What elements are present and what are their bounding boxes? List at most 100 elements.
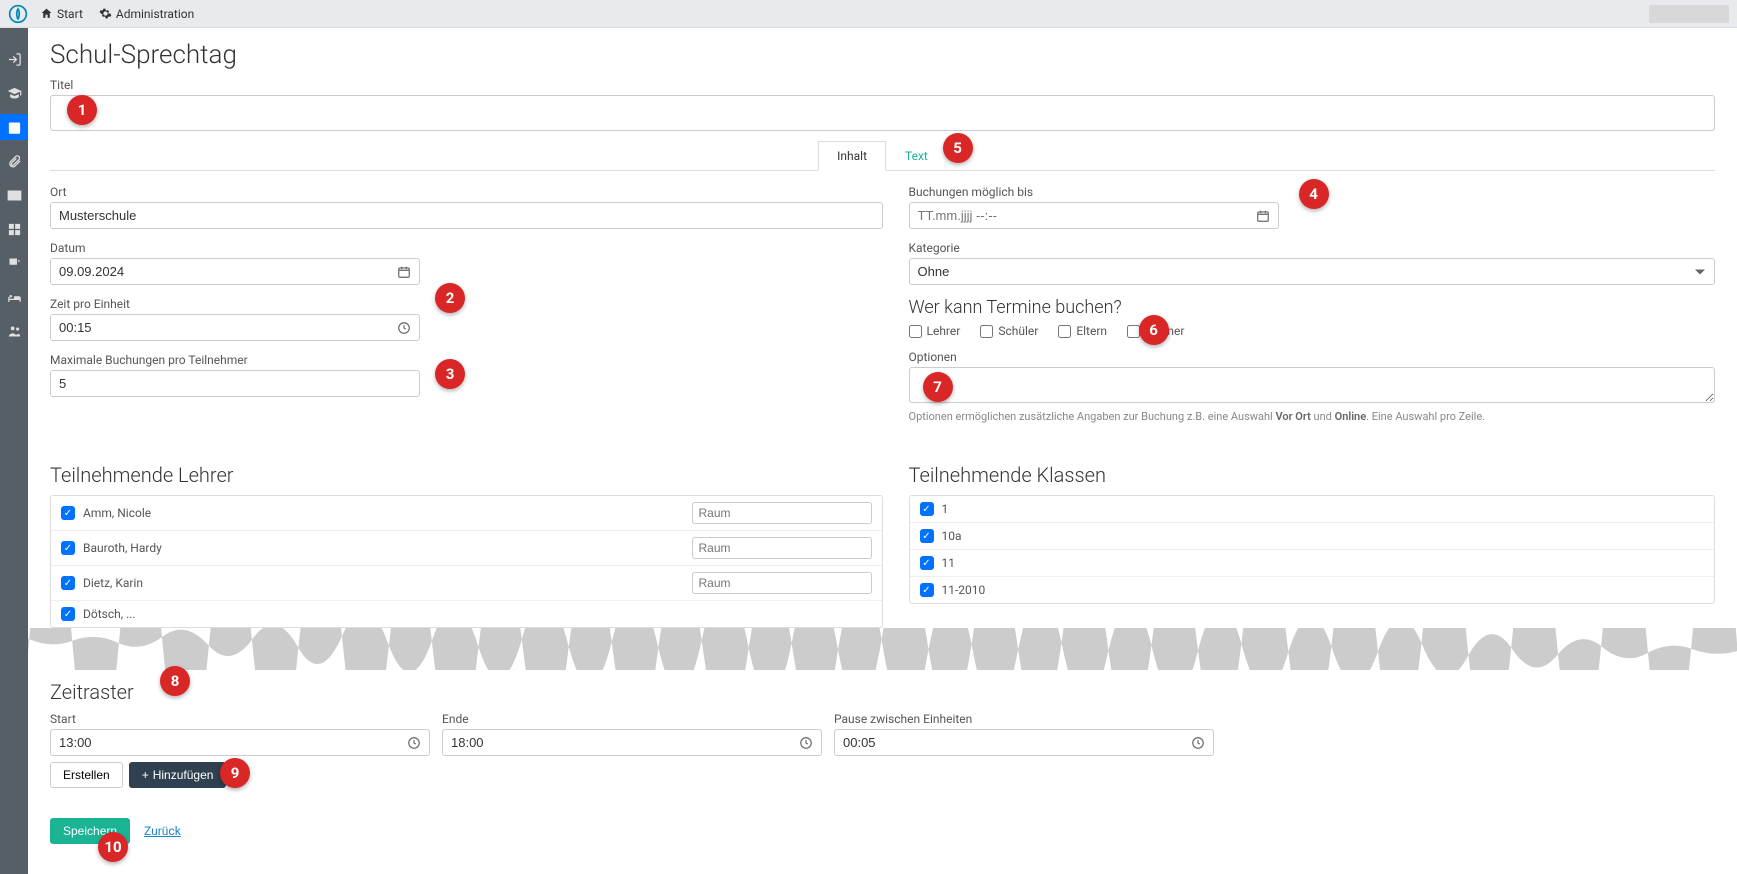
erstellen-button[interactable]: Erstellen bbox=[50, 762, 123, 788]
ende-label: Ende bbox=[442, 712, 822, 726]
list-item[interactable]: ✓ Dötsch, ... bbox=[51, 601, 882, 627]
pause-label: Pause zwischen Einheiten bbox=[834, 712, 1214, 726]
tab-inhalt[interactable]: Inhalt bbox=[818, 141, 886, 171]
list-item[interactable]: ✓ Bauroth, Hardy bbox=[51, 531, 882, 566]
user-placeholder bbox=[1649, 5, 1729, 23]
optionen-help: Optionen ermöglichen zusätzliche Angaben… bbox=[909, 410, 1716, 423]
list-item[interactable]: ✓ 11-2010 bbox=[910, 577, 1715, 603]
raum-input[interactable] bbox=[692, 537, 872, 559]
checkbox-partner[interactable]: Partner bbox=[1127, 324, 1184, 338]
sidebar-bed-icon[interactable] bbox=[0, 284, 28, 310]
sidebar-attachment-icon[interactable] bbox=[0, 148, 28, 174]
clock-icon[interactable] bbox=[1183, 736, 1213, 750]
app-logo-icon bbox=[8, 4, 28, 24]
datum-input[interactable] bbox=[51, 259, 389, 284]
ende-input[interactable] bbox=[443, 730, 791, 755]
tab-nav: Inhalt Text 5 bbox=[50, 141, 1715, 171]
buchungen-bis-input[interactable] bbox=[910, 203, 1248, 228]
sidebar-grid-icon[interactable] bbox=[0, 216, 28, 242]
start-label: Start bbox=[50, 712, 430, 726]
list-item-label: 11 bbox=[942, 556, 1705, 570]
zeit-pro-einheit-label: Zeit pro Einheit bbox=[50, 297, 420, 311]
annotation-2: 2 bbox=[435, 283, 465, 313]
checkbox-icon[interactable]: ✓ bbox=[920, 502, 934, 516]
sidebar-logout-icon[interactable] bbox=[0, 46, 28, 72]
clock-icon[interactable] bbox=[791, 736, 821, 750]
pause-input[interactable] bbox=[835, 730, 1183, 755]
list-item[interactable]: ✓ 1 bbox=[910, 496, 1715, 523]
list-item-label: Dietz, Karin bbox=[83, 576, 684, 590]
checkbox-icon[interactable]: ✓ bbox=[61, 576, 75, 590]
speichern-button[interactable]: Speichern bbox=[50, 818, 130, 844]
max-buchungen-label: Maximale Buchungen pro Teilnehmer bbox=[50, 353, 420, 367]
start-input[interactable] bbox=[51, 730, 399, 755]
annotation-4: 4 bbox=[1299, 179, 1329, 209]
sidebar-mail-icon[interactable] bbox=[0, 182, 28, 208]
kategorie-label: Kategorie bbox=[909, 241, 1716, 255]
buchungen-bis-label: Buchungen möglich bis bbox=[909, 185, 1279, 199]
titel-label: Titel bbox=[50, 78, 1715, 92]
sidebar-teach-icon[interactable] bbox=[0, 250, 28, 276]
calendar-icon[interactable] bbox=[1248, 209, 1278, 223]
home-icon bbox=[40, 7, 53, 20]
raum-input[interactable] bbox=[692, 572, 872, 594]
list-item[interactable]: ✓ Amm, Nicole bbox=[51, 496, 882, 531]
list-item-label: 11-2010 bbox=[942, 583, 1705, 597]
zurueck-link[interactable]: Zurück bbox=[144, 824, 181, 838]
list-item[interactable]: ✓ Dietz, Karin bbox=[51, 566, 882, 601]
checkbox-lehrer[interactable]: Lehrer bbox=[909, 324, 961, 338]
max-buchungen-input[interactable] bbox=[50, 370, 420, 397]
teilnehmende-klassen-title: Teilnehmende Klassen bbox=[909, 463, 1716, 487]
titel-input[interactable] bbox=[50, 95, 1715, 131]
checkbox-schueler[interactable]: Schüler bbox=[980, 324, 1038, 338]
lehrer-list: ✓ Amm, Nicole ✓ Bauroth, Hardy ✓ Dietz, … bbox=[50, 495, 883, 628]
top-bar: Start Administration bbox=[0, 0, 1737, 28]
nav-admin-label: Administration bbox=[116, 7, 194, 21]
raum-input[interactable] bbox=[692, 502, 872, 524]
checkbox-icon[interactable]: ✓ bbox=[61, 541, 75, 555]
clock-icon[interactable] bbox=[389, 321, 419, 335]
list-item-label: Bauroth, Hardy bbox=[83, 541, 684, 555]
optionen-textarea[interactable] bbox=[909, 367, 1716, 403]
nav-start[interactable]: Start bbox=[40, 7, 83, 21]
list-item-label: 1 bbox=[942, 502, 1705, 516]
checkbox-icon[interactable]: ✓ bbox=[61, 607, 75, 621]
page-title: Schul-Sprechtag bbox=[50, 40, 1715, 70]
checkbox-icon[interactable]: ✓ bbox=[61, 506, 75, 520]
list-item-label: 10a bbox=[942, 529, 1705, 543]
nav-admin[interactable]: Administration bbox=[99, 7, 194, 21]
list-item[interactable]: ✓ 11 bbox=[910, 550, 1715, 577]
wer-kann-title: Wer kann Termine buchen? bbox=[909, 297, 1716, 318]
hinzufuegen-button[interactable]: + Hinzufügen bbox=[129, 762, 227, 788]
tab-text[interactable]: Text bbox=[886, 141, 947, 171]
list-item-label: Dötsch, ... bbox=[83, 607, 872, 621]
zeit-pro-einheit-input[interactable] bbox=[51, 315, 389, 340]
clock-icon[interactable] bbox=[399, 736, 429, 750]
sidebar-users-icon[interactable] bbox=[0, 318, 28, 344]
sidebar bbox=[0, 28, 28, 874]
sidebar-calendar-icon[interactable] bbox=[0, 114, 28, 140]
nav-start-label: Start bbox=[57, 7, 83, 21]
optionen-label: Optionen bbox=[909, 350, 1716, 364]
torn-separator bbox=[28, 628, 1737, 670]
main-content: Schul-Sprechtag Titel 1 Inhalt Text 5 Or… bbox=[28, 28, 1737, 874]
calendar-icon[interactable] bbox=[389, 265, 419, 279]
zeitraster-title: Zeitraster bbox=[50, 680, 1715, 704]
gear-icon bbox=[99, 7, 112, 20]
list-item-label: Amm, Nicole bbox=[83, 506, 684, 520]
ort-label: Ort bbox=[50, 185, 883, 199]
annotation-5: 5 bbox=[943, 133, 973, 163]
checkbox-icon[interactable]: ✓ bbox=[920, 529, 934, 543]
checkbox-icon[interactable]: ✓ bbox=[920, 556, 934, 570]
plus-icon: + bbox=[142, 768, 149, 782]
datum-label: Datum bbox=[50, 241, 420, 255]
sidebar-graduation-icon[interactable] bbox=[0, 80, 28, 106]
annotation-3: 3 bbox=[435, 359, 465, 389]
checkbox-eltern[interactable]: Eltern bbox=[1058, 324, 1107, 338]
kategorie-select[interactable]: Ohne bbox=[909, 258, 1716, 285]
klassen-list: ✓ 1 ✓ 10a ✓ 11 ✓ 11-2010 bbox=[909, 495, 1716, 604]
checkbox-icon[interactable]: ✓ bbox=[920, 583, 934, 597]
list-item[interactable]: ✓ 10a bbox=[910, 523, 1715, 550]
ort-input[interactable] bbox=[50, 202, 883, 229]
teilnehmende-lehrer-title: Teilnehmende Lehrer bbox=[50, 463, 883, 487]
